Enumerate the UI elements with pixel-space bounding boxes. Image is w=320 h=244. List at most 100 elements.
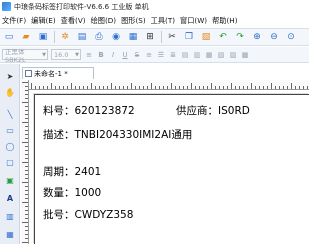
hand-tool-icon[interactable]: ✋ (4, 86, 16, 98)
new-document-icon[interactable]: ▭ (2, 30, 16, 44)
align-right-icon[interactable]: ≣ (168, 49, 178, 60)
cut-icon[interactable]: ✂ (165, 30, 179, 44)
select-pointer-icon[interactable]: ➤ (4, 70, 16, 82)
bold-icon[interactable]: B (96, 49, 106, 60)
line-spacing-icon[interactable]: ▧ (216, 49, 226, 60)
text-tool-icon[interactable]: A (4, 192, 16, 204)
zoom-fit-icon[interactable]: ⊙ (284, 30, 298, 44)
period-value: 2401 (74, 166, 102, 178)
ruler-tick (259, 86, 260, 89)
ruler-tick (111, 83, 112, 89)
paste-icon[interactable]: ▧ (199, 30, 213, 44)
ruler-tick (39, 86, 40, 89)
save-icon[interactable]: ▣ (36, 30, 50, 44)
font-size-value: 16.0 (54, 50, 69, 59)
font-name-value: 正黑体 SBK2L (5, 47, 26, 64)
supplier-value: IS0RD (218, 105, 250, 117)
menu-edit[interactable]: 编辑(E) (31, 16, 56, 26)
ruler-tick (71, 83, 72, 89)
font-size-select[interactable]: 16.0 ▼ (51, 49, 81, 60)
rectangle-tool-icon[interactable]: ▭ (4, 124, 16, 136)
ellipse-tool-icon[interactable]: ◯ (4, 140, 16, 152)
vertical-align-icon[interactable]: ▥ (192, 49, 202, 60)
ruler-tick (243, 86, 244, 89)
description-text[interactable]: 描述：TNBI204330IMI2AI通用 (43, 127, 192, 142)
batch-text[interactable]: 批号：CWDYZ358 (43, 207, 133, 222)
batch-value: CWDYZ358 (74, 209, 134, 221)
copy-icon[interactable]: ❐ (182, 30, 196, 44)
rounded-rect-tool-icon[interactable]: ▢ (4, 156, 16, 168)
supplier-label: 供应商： (176, 105, 218, 117)
ruler-tick (171, 83, 172, 89)
window-title: 中琅条码标签打印软件-V6.6.6 工业版 单机 (14, 2, 149, 11)
italic-icon[interactable]: I (108, 49, 118, 60)
align-left-icon[interactable]: ≡ (144, 49, 154, 60)
menu-file[interactable]: 文件(F) (2, 16, 26, 26)
align-text-icon[interactable]: ≡ (84, 49, 94, 60)
undo-icon[interactable]: ↶ (216, 30, 230, 44)
ruler-tick (22, 102, 28, 103)
description-value: TNBI204330IMI2AI通用 (74, 129, 193, 141)
text-direction-icon[interactable]: ▨ (228, 49, 238, 60)
ruler-tick (227, 86, 228, 89)
ruler-tick (91, 83, 92, 89)
zoom-in-icon[interactable]: ⊕ (250, 30, 264, 44)
ruler-tick (25, 114, 28, 115)
align-center-icon[interactable]: ☰ (156, 49, 166, 60)
horizontal-ruler (29, 80, 309, 90)
menu-help[interactable]: 帮助(H) (212, 16, 237, 26)
ruler-tick (287, 86, 288, 89)
ruler-tick (25, 90, 28, 91)
supplier-text[interactable]: 供应商：IS0RD (176, 103, 250, 118)
more-format-icon[interactable]: ▩ (240, 49, 250, 60)
ruler-tick (103, 86, 104, 89)
ruler-tick (22, 82, 28, 83)
ruler-tick (25, 110, 28, 111)
ruler-tick (35, 86, 36, 89)
part-number-text[interactable]: 料号：620123872 (43, 103, 135, 118)
underline-icon[interactable]: U (120, 49, 130, 60)
grid-icon[interactable]: ⊞ (143, 30, 157, 44)
ruler-tick (247, 86, 248, 89)
qrcode-tool-icon[interactable]: ▦ (4, 228, 16, 240)
ruler-tick (25, 154, 28, 155)
menu-window[interactable]: 窗口(W) (180, 16, 207, 26)
barcode-tool-icon[interactable]: ▥ (4, 210, 16, 222)
ruler-tick (59, 86, 60, 89)
menu-view[interactable]: 查看(V) (61, 16, 86, 26)
ruler-tick (307, 86, 308, 89)
ruler-tick (275, 86, 276, 89)
menu-draw[interactable]: 绘图(D) (91, 16, 117, 26)
line-tool-icon[interactable]: ╲ (4, 108, 16, 120)
database-icon[interactable]: ◉ (109, 30, 123, 44)
ruler-tick (131, 83, 132, 89)
menu-shape[interactable]: 图形(S) (121, 16, 146, 26)
settings-gear-icon[interactable]: ✲ (58, 30, 72, 44)
page-setup-icon[interactable]: ▤ (75, 30, 89, 44)
ruler-tick (119, 86, 120, 89)
redo-icon[interactable]: ↷ (233, 30, 247, 44)
period-text[interactable]: 周期：2401 (43, 164, 101, 179)
ruler-tick (123, 86, 124, 89)
distribute-icon[interactable]: ▦ (204, 49, 214, 60)
quantity-text[interactable]: 数量：1000 (43, 185, 101, 200)
ruler-tick (279, 86, 280, 89)
zoom-out-icon[interactable]: ⊖ (267, 30, 281, 44)
batch-label: 批号： (43, 209, 75, 221)
ruler-tick (83, 86, 84, 89)
ruler-tick (25, 138, 28, 139)
ruler-tick (25, 186, 28, 187)
ruler-tick (25, 146, 28, 147)
justify-icon[interactable]: ▤ (180, 49, 190, 60)
print-preview-icon[interactable]: ⎙ (92, 30, 106, 44)
image-tool-icon[interactable]: ▣ (4, 174, 16, 186)
document-tab[interactable]: 未命名-1 * (22, 67, 94, 79)
open-folder-icon[interactable]: ▰ (19, 30, 33, 44)
menu-tools[interactable]: 工具(T) (151, 16, 175, 26)
print-icon[interactable]: ▦ (126, 30, 140, 44)
ruler-tick (25, 130, 28, 131)
strikethrough-icon[interactable]: S (132, 49, 142, 60)
chevron-down-icon: ▼ (42, 51, 46, 58)
font-name-select[interactable]: 正黑体 SBK2L ▼ (2, 48, 48, 64)
ruler-tick (25, 194, 28, 195)
